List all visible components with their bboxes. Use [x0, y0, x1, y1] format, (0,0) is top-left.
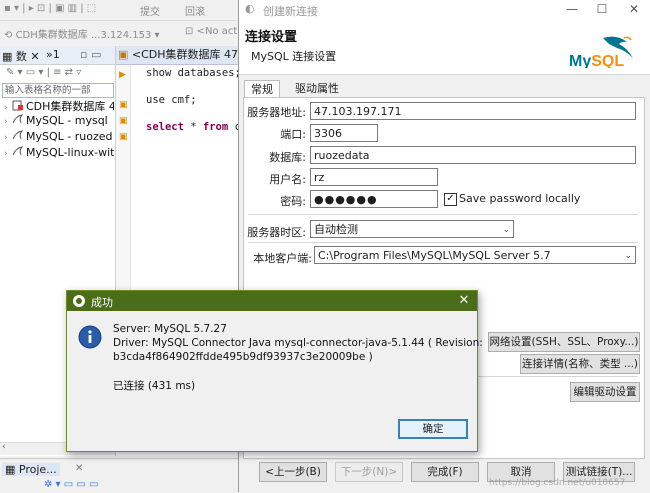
app-icon: ◐	[245, 2, 255, 15]
minimize-button[interactable]: —	[557, 0, 587, 20]
expand-arrow-icon[interactable]: ›	[4, 133, 12, 143]
timezone-select[interactable]: 自动检测 ⌄	[310, 220, 514, 238]
dolphin-icon	[12, 130, 24, 140]
tree-item-ruozedata[interactable]: › MySQL - ruozed	[4, 130, 114, 146]
password-input[interactable]: ●●●●●●	[310, 190, 438, 208]
server-version-text: Server: MySQL 5.7.27	[113, 323, 227, 335]
navigator-header: ▦ 数 ✕ »1 ▫ ▭	[0, 46, 115, 65]
network-settings-button[interactable]: 网络设置(SSH、SSL、Proxy...)	[488, 332, 640, 352]
rollback-button[interactable]: 回滚	[185, 3, 205, 18]
dolphin-icon	[12, 146, 24, 156]
success-titlebar: 成功 ✕	[67, 291, 477, 311]
mysql-logo: MySQL	[569, 34, 639, 70]
settings-tabs: 常规 驱动属性	[239, 80, 650, 98]
host-input[interactable]: 47.103.197.171	[310, 102, 636, 120]
editor-gutter: ▶ ▣ ▣ ▣	[116, 65, 131, 305]
username-label: 用户名:	[269, 173, 306, 186]
code-line[interactable]: show databases;	[146, 67, 241, 79]
divider	[248, 242, 638, 243]
dolphin-icon	[12, 114, 24, 124]
connected-time-text: 已连接 (431 ms)	[113, 380, 196, 392]
no-active-label: <No acti	[196, 26, 241, 37]
success-body: Server: MySQL 5.7.27 Driver: MySQL Conne…	[68, 312, 483, 450]
tab-driver-properties[interactable]: 驱动属性	[289, 80, 345, 97]
editor-tab[interactable]: ▣ <CDH集群数据库 47.10	[116, 46, 240, 65]
close-icon[interactable]: ✕	[455, 292, 473, 310]
port-label: 端口:	[280, 128, 306, 141]
save-password-checkbox[interactable]: ✓	[444, 193, 457, 206]
code-line[interactable]: select * from cı	[146, 121, 247, 133]
ide-connection-toolbar: ⟲ CDH集群数据库 ...3.124.153 ▾ ⊡ <No acti	[0, 21, 240, 45]
divider	[248, 214, 638, 215]
previous-button[interactable]: <上一步(B)	[259, 462, 327, 482]
navigator-overflow-tab[interactable]: »1	[46, 48, 60, 61]
expand-arrow-icon[interactable]: ›	[4, 149, 12, 159]
tree-item-linux[interactable]: › MySQL-linux-wit	[4, 146, 114, 162]
database-input[interactable]: ruozedata	[310, 146, 636, 164]
header-subtitle: MySQL 连接设置	[251, 50, 337, 63]
username-input[interactable]: rz	[310, 168, 438, 186]
host-label: 服务器地址:	[247, 106, 306, 119]
active-schema-selector[interactable]: ⊡ <No acti	[185, 26, 240, 40]
svg-text:MySQL: MySQL	[569, 53, 624, 68]
ide-toolbar: ▪ ▾ | ▸ ⊡ | ▣ ▥ | ⬚ 提交 回滚	[0, 0, 240, 21]
ok-button[interactable]: 确定	[398, 419, 468, 439]
next-button[interactable]: 下一步(N)>	[335, 462, 403, 482]
driver-revision-text: b3cda4f864902ffdde495b9df93937c3e20009be…	[113, 351, 373, 363]
projects-tab-close-icon[interactable]: ✕	[75, 463, 83, 474]
tree-item-mysql[interactable]: › MySQL - mysql	[4, 114, 114, 130]
edit-driver-button[interactable]: 编辑驱动设置	[570, 382, 640, 402]
save-password-label[interactable]: Save password locally	[459, 192, 580, 205]
password-label: 密码:	[280, 195, 306, 208]
success-dialog: 成功 ✕ Server: MySQL 5.7.27 Driver: MySQL …	[66, 290, 483, 452]
projects-panel: ▦ Proje... ✕ ✲ ▾ ▭ ▭ ▭	[0, 458, 240, 493]
header-title: 连接设置	[245, 30, 298, 45]
dialog-title: 创建新连接	[263, 5, 318, 18]
commit-button[interactable]: 提交	[140, 3, 160, 18]
connection-label: CDH集群数据库 ...3.124.153	[15, 30, 152, 41]
connection-details-button[interactable]: 连接详情(名称、类型 ...)	[520, 354, 640, 374]
database-label: 数据库:	[269, 151, 306, 164]
table-filter-input[interactable]: 输入表格名称的一部	[2, 83, 114, 98]
dialog-header: 连接设置 MySQL 连接设置 MySQL	[239, 20, 650, 75]
close-button[interactable]: ✕	[619, 0, 649, 20]
watermark: https://blog.csdn.net/u010657	[489, 478, 626, 488]
success-title: 成功	[91, 296, 113, 309]
finish-button[interactable]: 完成(F)	[411, 462, 479, 482]
expand-arrow-icon[interactable]: ›	[4, 103, 12, 113]
view-menu-icon[interactable]: ▫ ▭	[80, 48, 101, 61]
local-client-select[interactable]: C:\Program Files\MySQL\MySQL Server 5.7 …	[314, 246, 636, 264]
timezone-label: 服务器时区:	[247, 226, 306, 239]
app-icon	[73, 295, 85, 307]
tab-general[interactable]: 常规	[244, 80, 280, 98]
active-connection-selector[interactable]: ⟲ CDH集群数据库 ...3.124.153 ▾	[4, 26, 160, 41]
dropdown-arrow-icon[interactable]: ⌄	[624, 247, 632, 263]
local-client-label: 本地客户端:	[253, 252, 312, 265]
info-icon	[78, 325, 102, 349]
sql-file-icon: ▣	[118, 48, 129, 61]
maximize-button[interactable]: ☐	[587, 0, 617, 20]
driver-text: Driver: MySQL Connector Java mysql-conne…	[113, 337, 483, 349]
expand-arrow-icon[interactable]: ›	[4, 117, 12, 127]
navigator-tab[interactable]: ▦ 数 ✕	[2, 48, 40, 64]
port-input[interactable]: 3306	[310, 124, 378, 142]
projects-tab[interactable]: ▦ Proje...	[2, 463, 60, 476]
scroll-left-icon[interactable]: ‹	[2, 442, 6, 452]
toolbar-icons[interactable]: ▪ ▾ | ▸ ⊡ | ▣ ▥ | ⬚	[4, 3, 96, 17]
tree-item-cdh[interactable]: › CDH集群数据库 4	[4, 98, 114, 114]
database-icon	[12, 100, 23, 111]
dropdown-arrow-icon[interactable]: ⌄	[502, 221, 510, 237]
navigator-tools[interactable]: ✎ ▾ ▭ ▾ | ≡ ⇄ ▿	[0, 65, 121, 81]
dialog-titlebar: ◐ 创建新连接 — ☐ ✕	[239, 0, 650, 20]
code-line[interactable]: use cmf;	[146, 94, 197, 106]
projects-tools[interactable]: ✲ ▾ ▭ ▭ ▭	[44, 479, 98, 490]
